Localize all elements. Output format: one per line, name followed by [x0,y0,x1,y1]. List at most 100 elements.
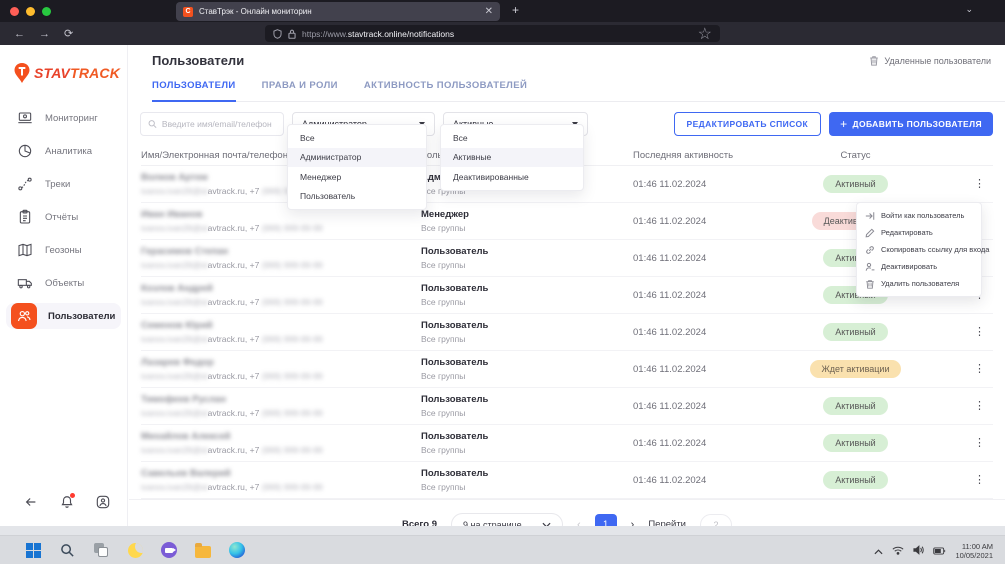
user-name: Герасимов Степан [141,246,421,257]
user-email-phone: ivanov.ivan26@stavtrack.ru, +7 (999) 999… [141,297,421,307]
dropdown-option[interactable]: Все [441,128,583,148]
table-row: Семенов Юрийivanov.ivan26@stavtrack.ru, … [141,314,993,351]
windows-start-icon[interactable] [24,541,42,559]
back-icon[interactable]: ← [14,28,25,40]
file-explorer-icon[interactable] [194,541,212,559]
add-user-button[interactable]: +ДОБАВИТЬ ПОЛЬЗОВАТЕЛЯ [829,112,993,136]
new-tab-button[interactable]: + [512,3,519,17]
sidebar-item-геозоны[interactable]: Геозоны [6,237,121,263]
plus-icon: + [840,117,847,131]
context-menu-item[interactable]: Скопировать ссылку для входа [857,241,981,258]
row-kebab-menu-icon[interactable]: ⋮ [974,364,985,374]
system-tray: 11:00 AM 10/05/2021 [874,536,993,564]
sidebar-item-label: Треки [45,179,70,190]
url-bar[interactable]: https://www.stavtrack.online/notificatio… [265,25,720,42]
bookmark-star-icon[interactable]: ☆ [698,24,712,44]
edit-list-button[interactable]: РЕДАКТИРОВАТЬ СПИСОК [674,112,822,136]
dropdown-option[interactable]: Менеджер [288,167,426,187]
row-kebab-menu-icon[interactable]: ⋮ [974,438,985,448]
sidebar-item-пользователи[interactable]: Пользователи [6,303,121,329]
battery-icon[interactable] [933,542,946,560]
taskbar-search-icon[interactable] [58,541,76,559]
wifi-icon[interactable] [892,542,904,560]
analytics-icon [16,142,34,160]
window-bottom-band [0,526,1005,535]
lock-icon[interactable] [288,29,296,39]
edit-icon [865,228,875,238]
profile-icon[interactable] [96,495,110,514]
tab-пользователи[interactable]: ПОЛЬЗОВАТЕЛИ [152,80,236,102]
sidebar-item-объекты[interactable]: Объекты [6,270,121,296]
user-role: Пользователь [421,283,633,294]
dropdown-option[interactable]: Все [288,128,426,148]
dropdown-option[interactable]: Администратор [288,148,426,168]
user-search-box[interactable] [140,112,284,136]
context-menu-item[interactable]: Деактивировать [857,258,981,275]
reload-icon[interactable]: ⟳ [64,27,73,40]
context-menu-item[interactable]: Удалить пользователя [857,275,981,292]
dropdown-option[interactable]: Деактивированные [441,167,583,187]
tab-активность-пользователей[interactable]: АКТИВНОСТЬ ПОЛЬЗОВАТЕЛЕЙ [364,80,527,101]
app-window: STAVTRACK МониторингАналитикаТрекиОтчёты… [0,45,1005,526]
search-input[interactable] [162,119,276,129]
objects-icon [16,274,34,292]
dropdown-option[interactable]: Пользователь [288,187,426,207]
screen: C СтавТрэк - Онлайн мониторин ✕ + ⌄ ← → … [0,0,1005,564]
row-kebab-menu-icon[interactable]: ⋮ [974,179,985,189]
taskbar-clock[interactable]: 11:00 AM 10/05/2021 [955,542,993,560]
bell-icon[interactable] [60,495,74,514]
shield-icon[interactable] [273,29,282,39]
chat-app-icon[interactable] [160,541,178,559]
sidebar: STAVTRACK МониторингАналитикаТрекиОтчёты… [0,45,128,526]
context-menu-item[interactable]: Редактировать [857,224,981,241]
browser-tab[interactable]: C СтавТрэк - Онлайн мониторин ✕ [176,2,500,21]
monitoring-icon [16,109,34,127]
status-dropdown-panel: ВсеАктивныеДеактивированные [440,124,584,191]
user-group: Все группы [421,297,633,307]
row-kebab-menu-icon[interactable]: ⋮ [974,401,985,411]
status-badge: Активный [823,323,887,341]
sidebar-item-аналитика[interactable]: Аналитика [6,138,121,164]
table-row: Савельев Валерийivanov.ivan26@stavtrack.… [141,462,993,499]
tab-права-и-роли[interactable]: ПРАВА И РОЛИ [262,80,338,101]
sidebar-item-label: Аналитика [45,146,92,157]
row-kebab-menu-icon[interactable]: ⋮ [974,327,985,337]
user-name: Иван Иванов [141,209,421,220]
zoom-window-button[interactable] [42,7,51,16]
user-name: Тимофеев Руслан [141,394,421,405]
last-activity: 01:46 11.02.2024 [633,364,793,375]
row-kebab-menu-icon[interactable]: ⋮ [974,475,985,485]
edge-browser-icon[interactable] [228,541,246,559]
last-activity: 01:46 11.02.2024 [633,438,793,449]
context-menu-item[interactable]: Войти как пользователь [857,207,981,224]
tracks-icon [16,175,34,193]
sidebar-item-треки[interactable]: Треки [6,171,121,197]
task-view-icon[interactable] [92,541,110,559]
logo-pin-icon [12,61,32,85]
volume-icon[interactable] [913,542,924,560]
last-activity: 01:46 11.02.2024 [633,290,793,301]
user-role: Пользователь [421,357,633,368]
tray-chevron-up-icon[interactable] [874,542,883,560]
reports-icon [16,208,34,226]
logo-text-stav: STAV [34,65,70,81]
user-email-phone: ivanov.ivan26@stavtrack.ru, +7 (999) 999… [141,260,421,270]
status-badge: Активный [823,434,887,452]
moon-app-icon[interactable] [126,541,144,559]
context-menu-label: Редактировать [881,228,933,237]
close-tab-icon[interactable]: ✕ [485,7,493,17]
sidebar-item-отчёты[interactable]: Отчёты [6,204,121,230]
tab-list-chevron-icon[interactable]: ⌄ [965,4,973,15]
url-text: https://www.stavtrack.online/notificatio… [302,29,692,39]
dropdown-option[interactable]: Активные [441,148,583,168]
sidebar-item-label: Отчёты [45,212,78,223]
minimize-window-button[interactable] [26,7,35,16]
close-window-button[interactable] [10,7,19,16]
forward-icon[interactable]: → [39,28,50,40]
collapse-back-icon[interactable] [24,495,38,514]
notification-dot [70,493,75,498]
sidebar-item-мониторинг[interactable]: Мониторинг [6,105,121,131]
deleted-users-link[interactable]: Удаленные пользователи [869,55,991,66]
deactivate-icon [865,262,875,272]
users-table: Имя/Электронная почта/телефонРоль/Группа… [141,145,993,499]
